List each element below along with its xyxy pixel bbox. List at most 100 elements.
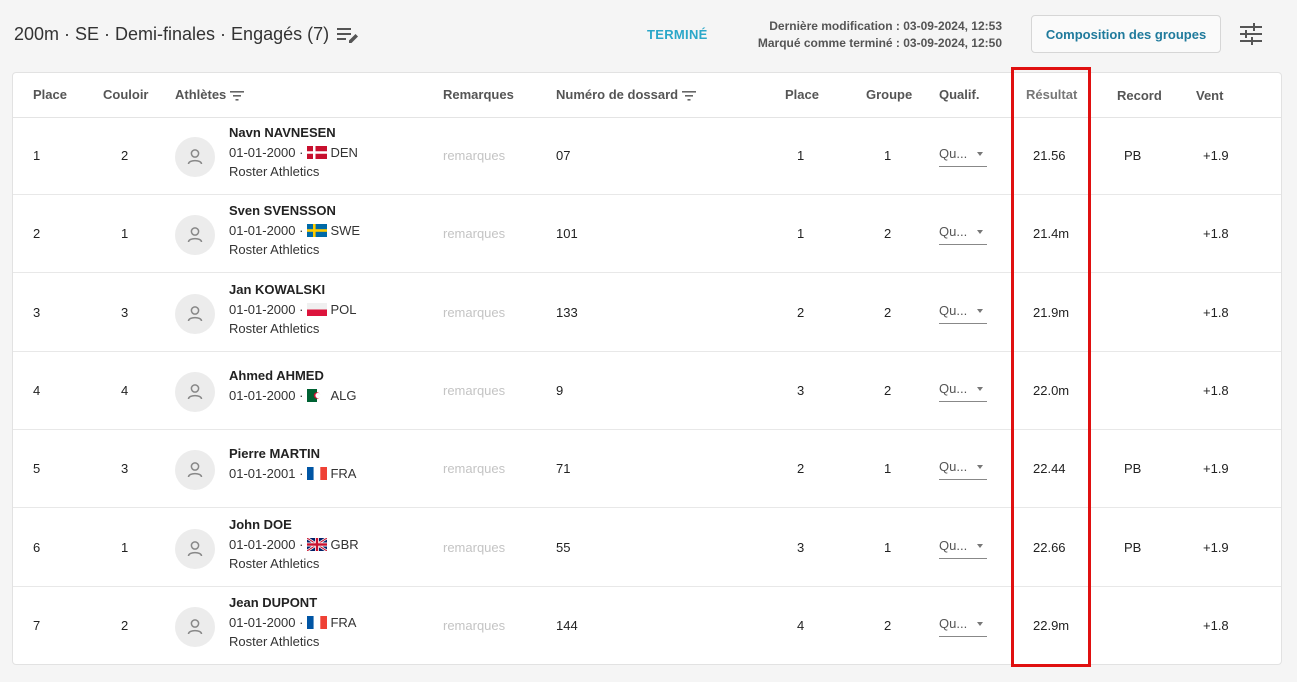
- cell-place: 1: [33, 148, 41, 163]
- page-header: 200m · SE · Demi-finales · Engagés (7) T…: [0, 0, 1297, 70]
- qualif-select[interactable]: Qu...: [939, 538, 987, 559]
- flag-icon: [307, 224, 328, 237]
- athlete-birth-country: 01-01-2000 · ALG: [229, 388, 356, 403]
- cell-place: 3: [33, 305, 41, 320]
- athlete-name[interactable]: Navn NAVNESEN: [229, 125, 336, 140]
- athlete-country: POL: [330, 302, 357, 317]
- athlete-birth-country: 01-01-2000 · GBR: [229, 536, 359, 553]
- athlete-country: GBR: [330, 537, 359, 552]
- qualif-select[interactable]: Qu...: [939, 459, 987, 480]
- marked-done-text: Marqué comme terminé : 03-09-2024, 12:50: [757, 36, 1002, 50]
- cell-place-2: 1: [797, 148, 805, 163]
- athlete-birth-country: 01-01-2000 · POL: [229, 302, 356, 317]
- col-bib-label: Numéro de dossard: [556, 87, 679, 102]
- cell-record: PB: [1124, 148, 1142, 163]
- table-row[interactable]: 1 2 Navn NAVNESEN 01-01-2000 · DEN Roste…: [13, 117, 1281, 195]
- col-bib[interactable]: Numéro de dossard: [556, 87, 697, 102]
- cell-lane: 1: [121, 226, 129, 241]
- athlete-name[interactable]: Ahmed AHMED: [229, 368, 324, 383]
- qualif-select[interactable]: Qu...: [939, 381, 987, 402]
- qualif-value: Qu...: [939, 459, 968, 474]
- cell-wind: +1.9: [1203, 461, 1229, 476]
- col-remarks: Remarques: [443, 87, 514, 102]
- athlete-name[interactable]: Sven SVENSSON: [229, 203, 336, 218]
- person-icon: [187, 227, 203, 243]
- cell-bib: 101: [556, 226, 578, 241]
- athlete-club: Roster Athletics: [229, 556, 320, 571]
- athlete-name[interactable]: Jan KOWALSKI: [229, 282, 325, 297]
- qualif-select[interactable]: Qu...: [939, 224, 987, 245]
- qualif-select[interactable]: Qu...: [939, 303, 987, 324]
- col-place: Place: [33, 87, 67, 102]
- tune-settings-icon[interactable]: [1238, 22, 1264, 46]
- athlete-club: Roster Athletics: [229, 242, 320, 257]
- col-result: Résultat: [1026, 87, 1078, 102]
- athlete-dob: 01-01-2000 ·: [229, 223, 304, 238]
- cell-result[interactable]: 21.9m: [1033, 305, 1069, 320]
- edit-list-icon[interactable]: [336, 24, 360, 46]
- cell-result[interactable]: 22.44: [1033, 461, 1066, 476]
- chevron-down-icon: [977, 387, 983, 391]
- qualif-value: Qu...: [939, 146, 968, 161]
- cell-lane: 2: [121, 148, 129, 163]
- table-row[interactable]: 3 3 Jan KOWALSKI 01-01-2000 · POL Roster…: [13, 274, 1281, 352]
- cell-lane: 1: [121, 540, 129, 555]
- cell-wind: +1.9: [1203, 540, 1229, 555]
- remarks-input[interactable]: remarques: [443, 618, 505, 633]
- chevron-down-icon: [977, 544, 983, 548]
- person-icon: [187, 384, 203, 400]
- remarks-input[interactable]: remarques: [443, 540, 505, 555]
- col-record: Record: [1117, 88, 1162, 103]
- table-row[interactable]: 2 1 Sven SVENSSON 01-01-2000 · SWE Roste…: [13, 195, 1281, 273]
- cell-result[interactable]: 22.66: [1033, 540, 1066, 555]
- cell-result[interactable]: 21.56: [1033, 148, 1066, 163]
- flag-icon: [307, 616, 328, 629]
- table-row[interactable]: 7 2 Jean DUPONT 01-01-2000 · FRA Roster …: [13, 587, 1281, 664]
- group-composition-button[interactable]: Composition des groupes: [1031, 15, 1221, 53]
- remarks-input[interactable]: remarques: [443, 148, 505, 163]
- cell-place: 5: [33, 461, 41, 476]
- chevron-down-icon: [977, 465, 983, 469]
- athlete-name[interactable]: Pierre MARTIN: [229, 446, 320, 461]
- cell-place: 2: [33, 226, 41, 241]
- cell-result[interactable]: 22.9m: [1033, 618, 1069, 633]
- cell-place-2: 3: [797, 383, 805, 398]
- avatar: [175, 215, 215, 255]
- cell-wind: +1.8: [1203, 305, 1229, 320]
- filter-icon[interactable]: [230, 90, 245, 101]
- cell-place: 7: [33, 618, 41, 633]
- cell-result[interactable]: 22.0m: [1033, 383, 1069, 398]
- athlete-dob: 01-01-2000 ·: [229, 302, 304, 317]
- table-header: Place Couloir Athlètes Remarques Numéro …: [13, 73, 1281, 118]
- avatar: [175, 450, 215, 490]
- qualif-select[interactable]: Qu...: [939, 616, 987, 637]
- page-title: 200m · SE · Demi-finales · Engagés (7): [14, 24, 330, 44]
- remarks-input[interactable]: remarques: [443, 305, 505, 320]
- cell-lane: 4: [121, 383, 129, 398]
- table-row[interactable]: 6 1 John DOE 01-01-2000 · GBR Roster Ath…: [13, 509, 1281, 587]
- cell-lane: 3: [121, 305, 129, 320]
- athlete-dob: 01-01-2000 ·: [229, 615, 304, 630]
- remarks-input[interactable]: remarques: [443, 226, 505, 241]
- person-icon: [187, 306, 203, 322]
- col-athletes[interactable]: Athlètes: [175, 87, 245, 102]
- athlete-name[interactable]: Jean DUPONT: [229, 595, 317, 610]
- avatar: [175, 294, 215, 334]
- qualif-select[interactable]: Qu...: [939, 146, 987, 167]
- col-athletes-label: Athlètes: [175, 87, 227, 102]
- remarks-input[interactable]: remarques: [443, 383, 505, 398]
- avatar: [175, 607, 215, 647]
- filter-icon[interactable]: [682, 90, 697, 101]
- athlete-name[interactable]: John DOE: [229, 517, 292, 532]
- table-row[interactable]: 4 4 Ahmed AHMED 01-01-2000 · ALG remarqu…: [13, 352, 1281, 430]
- cell-bib: 133: [556, 305, 578, 320]
- cell-place-2: 2: [797, 305, 805, 320]
- cell-result[interactable]: 21.4m: [1033, 226, 1069, 241]
- table-row[interactable]: 5 3 Pierre MARTIN 01-01-2001 · FRA remar…: [13, 430, 1281, 508]
- flag-icon: [306, 536, 329, 553]
- person-icon: [187, 462, 203, 478]
- person-icon: [187, 619, 203, 635]
- cell-record: PB: [1124, 461, 1142, 476]
- cell-group: 1: [884, 148, 892, 163]
- remarks-input[interactable]: remarques: [443, 461, 505, 476]
